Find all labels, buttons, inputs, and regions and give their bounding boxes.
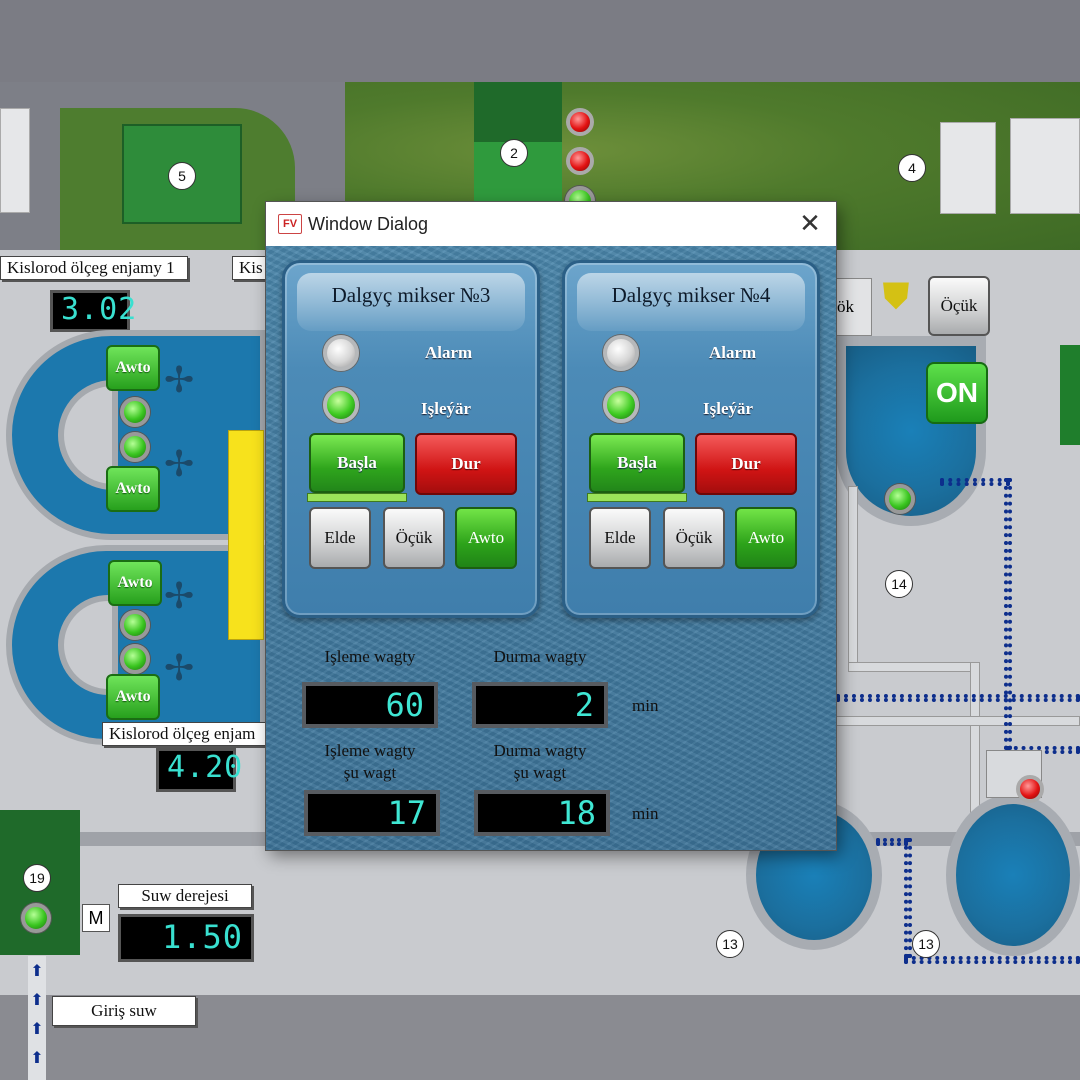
- pipe-blue: [836, 694, 1080, 702]
- badge-13: 13: [912, 930, 940, 958]
- mixer-1-status-lamp: [120, 397, 150, 427]
- clarifier-tank-2: [946, 794, 1080, 956]
- stop-time-now-label-line2: şu wagt: [513, 763, 567, 782]
- mixer-4-auto-button[interactable]: Awto: [106, 674, 160, 720]
- building-4: [940, 122, 996, 214]
- dialog-title: Window Dialog: [308, 213, 429, 234]
- dialog-body: Dalgyç mikser №3 Alarm Işleýär Başla Dur…: [266, 246, 836, 850]
- oxygen-value-2: 4.20: [156, 748, 242, 792]
- mixer-4-alarm-label: Alarm: [709, 343, 757, 362]
- oxygen-meter-2-label: Kis: [232, 256, 266, 280]
- work-time-now-label-line2: şu wagt: [343, 763, 397, 782]
- alarm-lamp-red: [566, 108, 594, 136]
- stop-time-now-label-line1: Durma wagty: [493, 741, 587, 760]
- mixer-3-alarm-lamp: [323, 335, 359, 371]
- badge-14: 14: [885, 570, 913, 598]
- stop-time-now-label: Durma wagty şu wagt: [472, 740, 608, 784]
- window-dialog: FV Window Dialog ✕ Dalgyç mikser №3 Alar…: [266, 202, 836, 850]
- work-time-now-label-line1: Işleme wagty: [324, 741, 416, 760]
- mixer-4-status-lamp: [120, 644, 150, 674]
- mixer-3-status-lamp: [120, 610, 150, 640]
- alarm-lamp-red: [566, 147, 594, 175]
- pump-status-lamp: [21, 903, 51, 933]
- top-bar: [0, 0, 1080, 82]
- mixer-4-start-button[interactable]: Başla: [589, 433, 685, 493]
- valve-icon: ⛊: [882, 276, 910, 317]
- right-off-button[interactable]: Öçük: [928, 276, 990, 336]
- mixer-4-start-indicator: [587, 493, 687, 502]
- badge-4: 4: [898, 154, 926, 182]
- propeller-icon: ✢: [164, 360, 195, 401]
- pipe-blue: [940, 478, 1010, 486]
- work-time-now-value: 17: [304, 790, 440, 836]
- pipe-blue: [904, 838, 912, 958]
- mixer-3-auto-button[interactable]: Awto: [455, 507, 517, 569]
- on-button[interactable]: ON: [926, 362, 988, 424]
- mixer-4-alarm-lamp: [603, 335, 639, 371]
- stop-time-value[interactable]: 2: [472, 682, 608, 728]
- tank-status-lamp: [885, 484, 915, 514]
- mixer-3-start-button[interactable]: Başla: [309, 433, 405, 493]
- pipe: [848, 486, 858, 666]
- mixer-4-stop-button[interactable]: Dur: [695, 433, 797, 495]
- mixer-3-alarm-label: Alarm: [425, 343, 473, 362]
- badge-13: 13: [716, 930, 744, 958]
- work-time-label: Işleme wagty: [324, 647, 416, 666]
- pipe: [836, 716, 1080, 726]
- mixer-4-title: Dalgyç mikser №4: [611, 283, 771, 307]
- building-edge-right: [1010, 118, 1080, 214]
- propeller-icon: ✢: [164, 576, 195, 617]
- mixer-4-panel: Dalgyç mikser №4 Alarm Işleýär Başla Dur…: [562, 260, 820, 618]
- propeller-icon: ✢: [164, 648, 195, 689]
- dialog-titlebar[interactable]: FV Window Dialog ✕: [266, 202, 836, 246]
- app-icon: FV: [278, 214, 302, 234]
- mixer-3-panel: Dalgyç mikser №3 Alarm Işleýär Başla Dur…: [282, 260, 540, 618]
- mixer-3-running-lamp: [323, 387, 359, 423]
- propeller-icon: ✢: [164, 444, 195, 485]
- motor-label: M: [82, 904, 110, 932]
- oxygen-meter-1-label: Kislorod ölçeg enjamy 1: [0, 256, 188, 280]
- water-in-label: Giriş suw: [52, 996, 196, 1026]
- inflow-pipe: ⬆ ⬆ ⬆ ⬆: [28, 956, 46, 1080]
- pipe: [848, 662, 978, 672]
- badge-2: 2: [500, 139, 528, 167]
- mixer-4-running-lamp: [603, 387, 639, 423]
- time-unit: min: [632, 696, 659, 715]
- mixer-4-running-label: Işleýär: [703, 399, 754, 418]
- mixer-4-off-button[interactable]: Öçük: [663, 507, 725, 569]
- mixer-3-off-button[interactable]: Öçük: [383, 507, 445, 569]
- building-edge: [0, 108, 30, 213]
- mixer-4-manual-button[interactable]: Elde: [589, 507, 651, 569]
- work-time-now-label: Işleme wagty şu wagt: [302, 740, 438, 784]
- mixer-3-manual-button[interactable]: Elde: [309, 507, 371, 569]
- pipe-blue: [1004, 478, 1012, 750]
- pump-alarm-lamp: [1016, 775, 1044, 803]
- mixer-3-stop-button[interactable]: Dur: [415, 433, 517, 495]
- oxygen-meter-3-label: Kislorod ölçeg enjam: [102, 722, 266, 746]
- oxygen-value-1: 3.02: [50, 290, 136, 332]
- close-icon[interactable]: ✕: [796, 209, 824, 239]
- right-off-button-partial[interactable]: ök: [836, 278, 872, 336]
- stop-time-now-value: 18: [474, 790, 610, 836]
- mixer-2-status-lamp: [120, 432, 150, 462]
- badge-19: 19: [23, 864, 51, 892]
- yellow-channel: [228, 430, 264, 640]
- stop-time-label: Durma wagty: [493, 647, 587, 666]
- water-level-value: 1.50: [118, 914, 254, 962]
- mixer-1-auto-button[interactable]: Awto: [106, 345, 160, 391]
- time-unit: min: [632, 804, 659, 823]
- mixer-3-title: Dalgyç mikser №3: [331, 283, 491, 307]
- work-time-value[interactable]: 60: [302, 682, 438, 728]
- mixer-3-running-label: Işleýär: [421, 399, 472, 418]
- mixer-3-start-indicator: [307, 493, 407, 502]
- mixer-2-auto-button[interactable]: Awto: [106, 466, 160, 512]
- mixer-4-auto-button[interactable]: Awto: [735, 507, 797, 569]
- building-edge-right: [1060, 345, 1080, 445]
- badge-5: 5: [168, 162, 196, 190]
- water-level-label: Suw derejesi: [118, 884, 252, 908]
- mixer-3-auto-button[interactable]: Awto: [108, 560, 162, 606]
